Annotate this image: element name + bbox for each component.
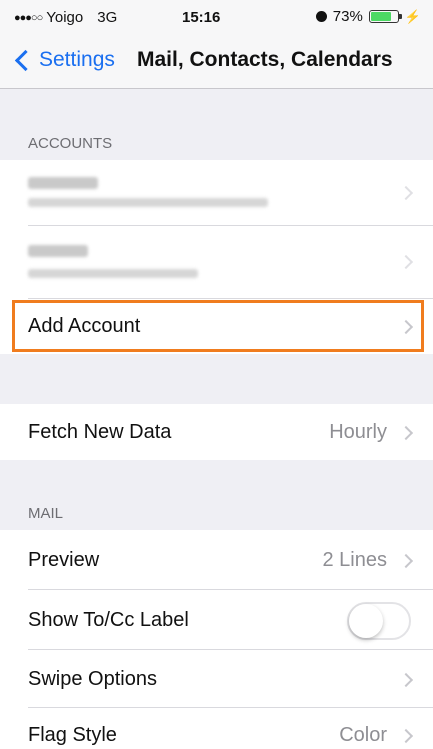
status-time: 15:16: [182, 9, 221, 26]
show-to-cc-label: Show To/Cc Label: [28, 609, 189, 631]
account-row-1[interactable]: [0, 160, 433, 226]
accounts-header-label: ACCOUNTS: [28, 135, 113, 152]
network-type: 3G: [97, 9, 118, 26]
blurred-account-details: [28, 198, 268, 207]
preview-value: 2 Lines: [322, 549, 388, 571]
preview-row[interactable]: Preview 2 Lines: [0, 530, 433, 590]
preview-label: Preview: [28, 549, 100, 571]
highlight-box: [12, 300, 424, 352]
swipe-options-row[interactable]: Swipe Options: [0, 650, 433, 708]
battery-level: [370, 12, 392, 21]
charging-icon: ⚡: [404, 8, 421, 24]
account-row-2[interactable]: [0, 226, 433, 298]
swipe-options-label: Swipe Options: [28, 668, 157, 690]
page-title: Mail, Contacts, Calendars: [137, 48, 393, 71]
blurred-account-name: [28, 245, 88, 257]
show-to-cc-toggle[interactable]: [347, 602, 411, 640]
status-bar: ●●●○○ Yoigo 3G 15:16 73% ⚡: [0, 0, 433, 36]
chevron-right-icon: [398, 425, 414, 441]
flag-style-value: Color: [339, 724, 387, 746]
chevron-right-icon: [398, 672, 414, 688]
signal-strength-icon: ●●●○○: [14, 11, 43, 24]
back-label: Settings: [39, 48, 115, 71]
show-to-cc-row: Show To/Cc Label: [0, 590, 433, 650]
fetch-new-data-label: Fetch New Data: [28, 421, 172, 443]
chevron-left-icon: [14, 49, 37, 71]
status-right: 73% ⚡: [315, 8, 421, 25]
chevron-right-icon: [398, 728, 414, 744]
separator: [28, 298, 433, 299]
flag-style-row[interactable]: Flag Style Color: [0, 708, 433, 749]
back-button[interactable]: Settings: [14, 48, 115, 72]
battery-icon: [368, 10, 402, 23]
blurred-account-name: [28, 177, 98, 189]
navigation-bar: Settings Mail, Contacts, Calendars: [0, 36, 433, 89]
mail-section-header: MAIL: [0, 460, 433, 530]
battery-tip: [398, 14, 402, 19]
alarm-icon: [315, 11, 327, 22]
battery-percent: 73%: [332, 8, 363, 25]
toggle-knob: [349, 604, 383, 638]
mail-header-label: MAIL: [28, 505, 64, 522]
blurred-account-details: [28, 269, 198, 278]
chevron-right-icon: [398, 254, 414, 270]
chevron-right-icon: [398, 553, 414, 569]
chevron-right-icon: [398, 185, 414, 201]
flag-style-label: Flag Style: [28, 724, 117, 746]
fetch-new-data-value: Hourly: [329, 421, 387, 443]
fetch-new-data-row[interactable]: Fetch New Data Hourly: [0, 404, 433, 460]
carrier-name: Yoigo: [46, 9, 84, 26]
accounts-section-header: ACCOUNTS: [0, 88, 433, 160]
status-left: ●●●○○ Yoigo 3G: [14, 9, 117, 26]
